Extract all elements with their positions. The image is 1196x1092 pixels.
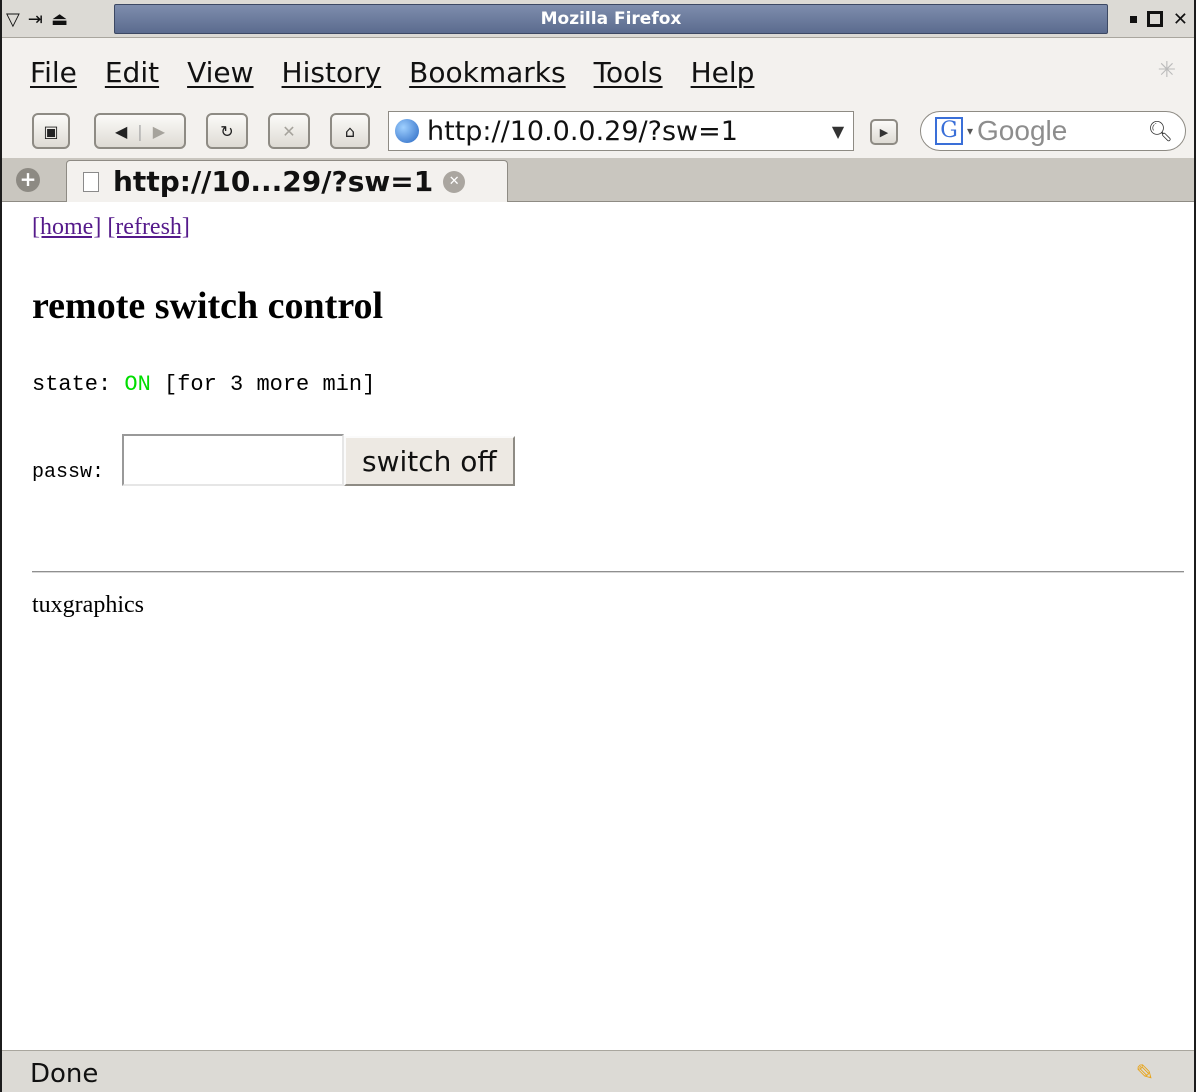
status-text: Done [30, 1059, 99, 1089]
tab-bar: + http://10...29/?sw=1 ✕ [2, 158, 1194, 202]
browser-window: ▽ ⇥ ⏏ Mozilla Firefox ✕ File Edit View H… [0, 0, 1196, 1092]
home-icon: ⌂ [344, 121, 356, 141]
search-placeholder[interactable]: Google [977, 115, 1148, 147]
state-line: state: ON [for 3 more min] [32, 372, 375, 397]
menu-help[interactable]: Help [691, 56, 755, 89]
raise-icon[interactable]: ⏏ [51, 9, 68, 30]
magnifier-icon[interactable]: 🔍︎ [1148, 119, 1173, 143]
nav-links: [home] [refresh] [32, 214, 190, 241]
reload-button[interactable]: ↻ [206, 113, 248, 149]
go-button[interactable]: ▶ [870, 119, 898, 145]
tab-close-icon[interactable]: ✕ [443, 170, 466, 193]
go-icon: ▶ [879, 125, 889, 139]
password-label: passw: [32, 461, 105, 484]
reload-icon: ↻ [220, 121, 234, 141]
url-dropdown-icon[interactable]: ▼ [823, 122, 853, 141]
new-tab-icon[interactable]: + [16, 168, 40, 192]
menu-view[interactable]: View [187, 56, 253, 89]
pin-icon[interactable]: ⇥ [28, 9, 43, 30]
search-bar[interactable]: G ▾ Google 🔍︎ [920, 111, 1186, 151]
menu-history[interactable]: History [282, 56, 382, 89]
new-window-button[interactable]: ▣ [32, 113, 70, 149]
throbber-icon: ✳ [1157, 58, 1177, 83]
pencil-icon: ✎ [1135, 1061, 1154, 1086]
navigation-toolbar: ▣ ◀ | ▶ ↻ ✕ ⌂ http://10.0.0.29/?sw=1 ▼ ▶… [2, 106, 1194, 158]
stop-button[interactable]: ✕ [268, 113, 310, 149]
close-icon[interactable]: ✕ [1173, 9, 1188, 30]
state-suffix: [for 3 more min] [164, 372, 376, 397]
window-controls: ✕ [1129, 5, 1188, 33]
password-input[interactable] [122, 434, 345, 486]
maximize-icon[interactable] [1146, 11, 1163, 27]
status-bar: Done ✎ [2, 1050, 1194, 1092]
refresh-link[interactable]: [refresh] [107, 214, 190, 240]
menu-bookmarks[interactable]: Bookmarks [409, 56, 565, 89]
menu-bar: File Edit View History Bookmarks Tools H… [2, 38, 1194, 106]
url-text[interactable]: http://10.0.0.29/?sw=1 [427, 116, 823, 147]
tab-title: http://10...29/?sw=1 [113, 165, 434, 198]
window-menu-buttons: ▽ ⇥ ⏏ [6, 5, 68, 33]
title-bar: ▽ ⇥ ⏏ Mozilla Firefox ✕ [2, 0, 1194, 38]
stop-icon: ✕ [282, 121, 296, 141]
password-form: passw: switch off [32, 434, 515, 486]
state-value: ON [124, 372, 151, 397]
new-window-icon: ▣ [43, 121, 59, 141]
shade-icon[interactable]: ▽ [6, 9, 20, 30]
menu-file[interactable]: File [30, 56, 77, 89]
footer-text: tuxgraphics [32, 592, 144, 618]
home-button[interactable]: ⌂ [330, 113, 370, 149]
forward-icon: ▶ [152, 121, 165, 141]
page-icon [83, 171, 99, 192]
url-bar[interactable]: http://10.0.0.29/?sw=1 ▼ [388, 111, 854, 151]
page-heading: remote switch control [32, 285, 384, 327]
menu-edit[interactable]: Edit [105, 56, 159, 89]
home-link[interactable]: [home] [32, 214, 101, 240]
divider [32, 571, 1184, 573]
page-content: [home] [refresh] remote switch control s… [2, 202, 1194, 1050]
tab-active[interactable]: http://10...29/?sw=1 ✕ [66, 160, 508, 202]
search-engine-dropdown-icon[interactable]: ▾ [967, 124, 973, 138]
globe-icon [395, 119, 419, 143]
menu-tools[interactable]: Tools [594, 56, 663, 89]
minimize-icon[interactable] [1129, 15, 1137, 23]
switch-off-button[interactable]: switch off [344, 436, 515, 486]
state-label: state: [32, 372, 112, 397]
google-icon[interactable]: G [935, 117, 963, 145]
back-icon: ◀ [114, 121, 128, 141]
window-title: Mozilla Firefox [114, 4, 1108, 34]
back-forward-button[interactable]: ◀ | ▶ [94, 113, 186, 149]
